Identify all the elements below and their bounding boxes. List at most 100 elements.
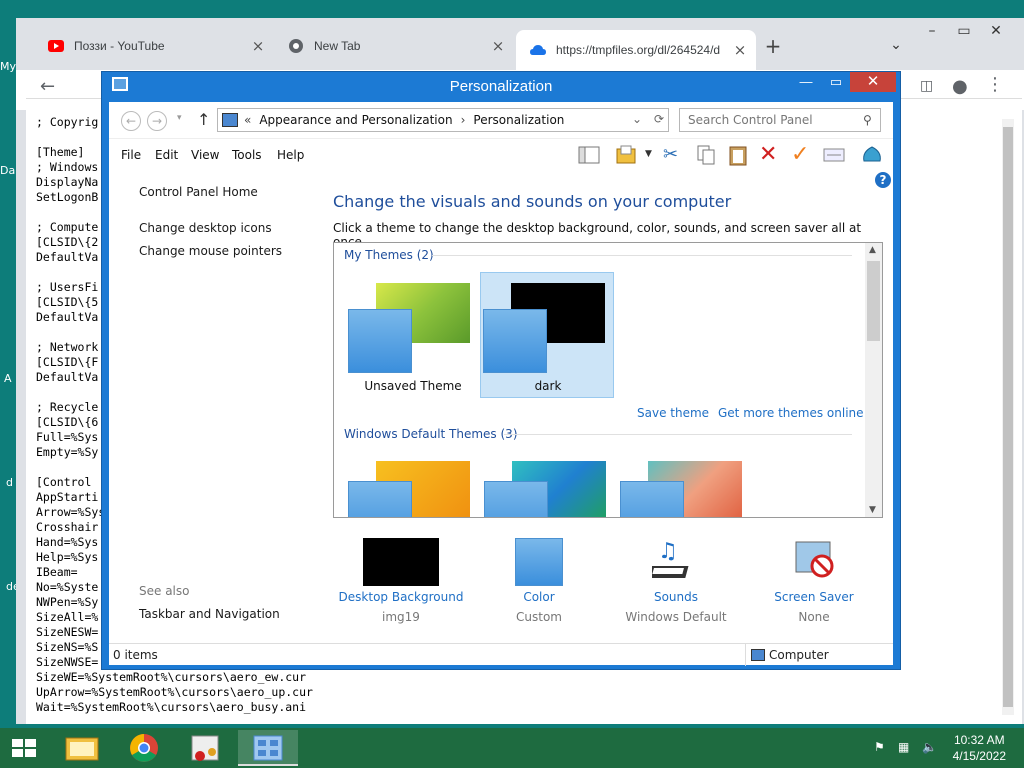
up-icon[interactable]: ↑ xyxy=(197,110,210,129)
sounds-label[interactable]: Sounds xyxy=(606,590,746,604)
page-heading: Change the visuals and sounds on your co… xyxy=(333,192,732,211)
help-icon[interactable]: ? xyxy=(875,172,891,188)
desktop-background-label[interactable]: Desktop Background xyxy=(331,590,471,604)
tab-close-icon[interactable]: × xyxy=(250,38,266,54)
theme-dark[interactable]: dark xyxy=(480,272,614,398)
breadcrumb-current[interactable]: Personalization xyxy=(473,113,564,127)
paste-icon[interactable] xyxy=(727,144,749,166)
change-mouse-pointers-link[interactable]: Change mouse pointers xyxy=(139,244,282,258)
copy-icon[interactable] xyxy=(695,144,717,166)
taskbar-chrome[interactable] xyxy=(114,730,174,766)
color-value: Custom xyxy=(516,610,562,624)
save-theme-link[interactable]: Save theme xyxy=(637,406,709,420)
refresh-icon[interactable]: ⟳ xyxy=(654,112,664,126)
breadcrumb-overflow[interactable]: « xyxy=(244,113,251,127)
menu-view[interactable]: View xyxy=(191,148,219,162)
menu-tools[interactable]: Tools xyxy=(232,148,262,162)
get-more-themes-link[interactable]: Get more themes online xyxy=(718,406,864,420)
theme-name: Unsaved Theme xyxy=(364,379,462,393)
tab-title: Поззи - YouTube xyxy=(74,39,165,53)
tab-search-icon[interactable]: ⌄ xyxy=(878,32,914,58)
tab-strip: Поззи - YouTube × New Tab × https://tmpf… xyxy=(16,18,1024,70)
desktop-icon-label[interactable]: My xyxy=(0,60,16,73)
clock-time: 10:32 AM xyxy=(953,733,1005,747)
back-icon[interactable]: ← xyxy=(121,111,141,131)
theme-lines-colors[interactable] xyxy=(482,451,616,517)
scrollbar-thumb[interactable] xyxy=(867,261,880,341)
screen-saver-label[interactable]: Screen Saver xyxy=(744,590,884,604)
minimize-icon[interactable]: – xyxy=(914,18,950,44)
theme-windows[interactable] xyxy=(346,451,480,517)
control-panel-icon xyxy=(222,113,238,127)
forward-icon[interactable]: → xyxy=(147,111,167,131)
maximize-icon[interactable]: ▭ xyxy=(946,18,982,44)
desktop-icon-label[interactable]: A xyxy=(4,372,12,385)
page-scrollbar[interactable] xyxy=(1002,119,1014,715)
desktop-background-preview xyxy=(363,538,439,586)
breadcrumb-separator[interactable]: › xyxy=(461,113,466,127)
theme-color-preview xyxy=(620,481,684,517)
folder-options-icon[interactable] xyxy=(615,144,637,166)
scrollbar-thumb[interactable] xyxy=(1003,127,1013,707)
breadcrumb-parent[interactable]: Appearance and Personalization xyxy=(259,113,452,127)
taskbar-file-explorer[interactable] xyxy=(52,730,112,766)
search-icon[interactable]: ⚲ xyxy=(863,113,872,127)
shell-icon[interactable] xyxy=(861,144,883,166)
start-button[interactable] xyxy=(0,730,48,766)
desktop-icon-label[interactable]: d xyxy=(6,476,13,489)
svg-text:♫: ♫ xyxy=(658,539,678,564)
menu-file[interactable]: File xyxy=(121,148,141,162)
minimize-icon[interactable]: — xyxy=(792,72,820,92)
taskbar-navigation-link[interactable]: Taskbar and Navigation xyxy=(139,607,280,621)
address-bar-row: ← → ▾ ↑ « Appearance and Personalization… xyxy=(109,102,893,138)
desktop-background-item[interactable]: Desktop Background img19 xyxy=(331,538,471,624)
close-icon[interactable]: ✕ xyxy=(850,72,896,92)
theme-unsaved[interactable]: Unsaved Theme xyxy=(346,273,480,399)
theme-color-preview xyxy=(483,309,547,373)
dropdown-icon[interactable]: ▼ xyxy=(645,149,652,159)
color-label[interactable]: Color xyxy=(469,590,609,604)
profile-icon[interactable]: ● xyxy=(952,76,968,97)
network-icon[interactable]: ▦ xyxy=(898,740,914,756)
close-icon[interactable]: ✕ xyxy=(978,18,1014,44)
title-bar[interactable]: Personalization — ▭ ✕ xyxy=(102,72,900,102)
properties-icon[interactable] xyxy=(823,144,845,166)
clock[interactable]: 10:32 AM 4/15/2022 xyxy=(953,732,1006,764)
recent-pages-icon[interactable]: ▾ xyxy=(177,113,182,123)
sidebar-icon[interactable]: ◫ xyxy=(920,78,933,94)
volume-icon[interactable]: 🔈 xyxy=(922,740,938,756)
taskbar-app[interactable] xyxy=(176,730,236,766)
color-item[interactable]: Color Custom xyxy=(469,538,609,624)
default-themes-heading: Windows Default Themes (3) xyxy=(344,427,518,441)
maximize-icon[interactable]: ▭ xyxy=(822,72,850,92)
theme-flowers[interactable] xyxy=(618,451,752,517)
menu-help[interactable]: Help xyxy=(277,148,304,162)
tab-new-tab[interactable]: New Tab × xyxy=(274,30,514,62)
menu-edit[interactable]: Edit xyxy=(155,148,178,162)
sounds-item[interactable]: ♫ Sounds Windows Default xyxy=(606,538,746,624)
divider xyxy=(432,255,852,256)
layout-icon[interactable] xyxy=(578,144,600,166)
tab-close-icon[interactable]: × xyxy=(732,42,748,58)
theme-list-scrollbar[interactable]: ▲ ▼ xyxy=(865,243,882,517)
menu-icon[interactable]: ⋮ xyxy=(986,74,1004,95)
desktop-icon-label[interactable]: Da xyxy=(0,164,15,177)
screen-saver-item[interactable]: Screen Saver None xyxy=(744,538,884,624)
search-input[interactable]: Search Control Panel xyxy=(679,108,881,132)
back-icon[interactable]: ← xyxy=(40,76,55,97)
control-panel-home-link[interactable]: Control Panel Home xyxy=(139,185,258,199)
scroll-up-icon[interactable]: ▲ xyxy=(869,245,876,255)
change-desktop-icons-link[interactable]: Change desktop icons xyxy=(139,221,272,235)
action-center-icon[interactable]: ⚑ xyxy=(874,740,890,756)
cut-icon[interactable]: ✂ xyxy=(663,144,685,166)
tab-close-icon[interactable]: × xyxy=(490,38,506,54)
new-tab-button[interactable]: + xyxy=(761,34,785,58)
tab-youtube[interactable]: Поззи - YouTube × xyxy=(34,30,274,62)
delete-icon[interactable]: ✕ xyxy=(759,144,781,166)
address-box[interactable]: « Appearance and Personalization › Perso… xyxy=(217,108,669,132)
tab-tmpfiles[interactable]: https://tmpfiles.org/dl/264524/d × xyxy=(516,30,756,70)
taskbar-control-panel[interactable] xyxy=(238,730,298,766)
scroll-down-icon[interactable]: ▼ xyxy=(869,505,876,515)
address-dropdown-icon[interactable]: ⌄ xyxy=(632,112,642,126)
checkmark-icon[interactable]: ✓ xyxy=(791,144,813,166)
